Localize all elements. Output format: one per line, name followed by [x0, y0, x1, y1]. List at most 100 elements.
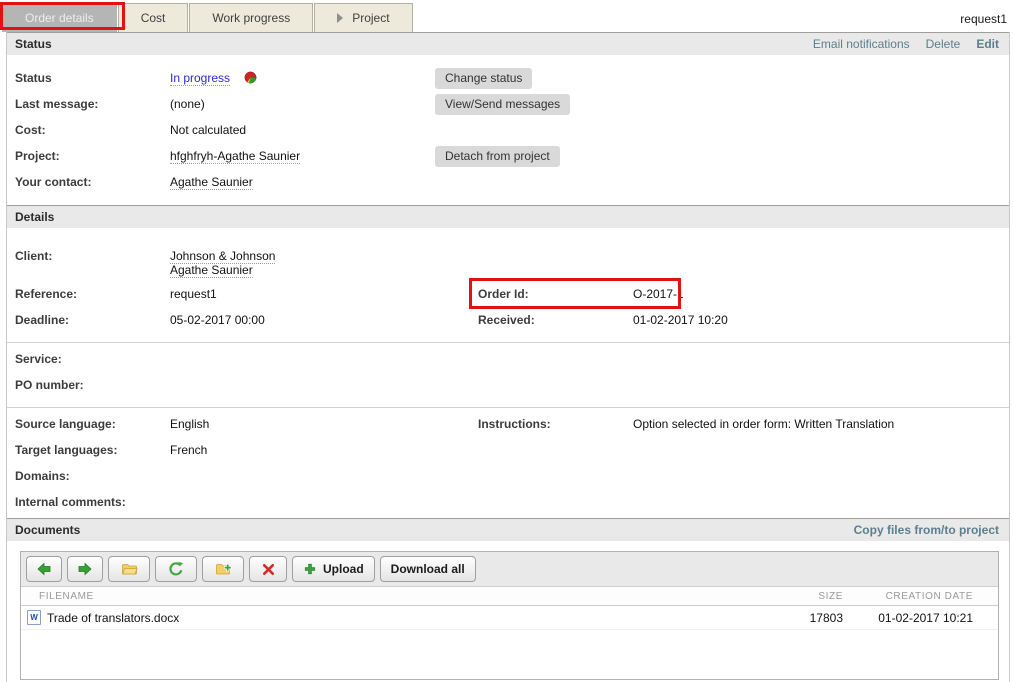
tab-work-progress[interactable]: Work progress [189, 3, 313, 32]
documents-table-header: FILENAME SIZE CREATION DATE [21, 587, 998, 606]
upload-button[interactable]: Upload [292, 556, 375, 582]
documents-file-panel: Upload Download all FILENAME SIZE CREATI… [20, 551, 999, 680]
tab-bar: Order details Cost Work progress Project… [0, 0, 1013, 32]
content-area: Status Email notifications Delete Edit S… [6, 32, 1010, 682]
view-send-messages-button[interactable]: View/Send messages [435, 94, 570, 115]
target-languages-row: Target languages: French [7, 440, 1009, 466]
refresh-icon [168, 561, 184, 577]
status-rows: Status In progress Change status Last me… [7, 55, 1009, 205]
filename-column-header: FILENAME [21, 591, 763, 602]
details-section-header: Details [7, 205, 1009, 228]
service-label: Service: [15, 352, 62, 366]
last-message-label: Last message: [15, 97, 98, 111]
your-contact-label: Your contact: [15, 175, 91, 189]
table-row[interactable]: W Trade of translators.docx 17803 01-02-… [21, 606, 998, 630]
documents-table: FILENAME SIZE CREATION DATE W Trade of t… [21, 587, 998, 630]
change-status-button[interactable]: Change status [435, 68, 532, 89]
back-arrow-icon [36, 561, 52, 577]
new-folder-button[interactable] [202, 556, 244, 582]
cost-value: Not calculated [170, 123, 246, 137]
edit-link[interactable]: Edit [976, 37, 999, 51]
word-document-icon: W [27, 610, 41, 625]
cost-label: Cost: [15, 123, 46, 137]
service-row: Service: [7, 349, 1009, 375]
download-all-button[interactable]: Download all [380, 556, 476, 582]
status-section-actions: Email notifications Delete Edit [813, 37, 999, 51]
divider [7, 407, 1009, 408]
pie-chart-status-icon [244, 71, 257, 87]
deadline-label: Deadline: [15, 313, 69, 327]
po-number-row: PO number: [7, 375, 1009, 401]
your-contact-value-link[interactable]: Agathe Saunier [170, 175, 253, 190]
instructions-label: Instructions: [478, 417, 551, 431]
deadline-received-row: Deadline: 05-02-2017 00:00 Received: 01-… [7, 310, 1009, 336]
instructions-value: Option selected in order form: Written T… [633, 417, 894, 431]
back-arrow-button[interactable] [26, 556, 62, 582]
refresh-button[interactable] [155, 556, 197, 582]
download-all-button-label: Download all [391, 562, 465, 576]
target-languages-value: French [170, 443, 207, 457]
tab-order-details-label: Order details [25, 11, 94, 25]
file-size: 17803 [763, 611, 843, 625]
open-folder-icon [121, 561, 138, 577]
source-language-instructions-row: Source language: English Instructions: O… [7, 414, 1009, 440]
status-label: Status [15, 71, 52, 85]
project-value-link[interactable]: hfghfryh-Agathe Saunier [170, 149, 300, 164]
forward-arrow-button[interactable] [67, 556, 103, 582]
tab-project[interactable]: Project [314, 3, 412, 32]
last-message-value: (none) [170, 97, 205, 111]
internal-comments-row: Internal comments: [7, 492, 1009, 518]
client-company-link[interactable]: Johnson & Johnson [170, 249, 275, 264]
reference-orderid-row: Reference: request1 Order Id: O-2017-1 [7, 284, 1009, 310]
email-notifications-link[interactable]: Email notifications [813, 37, 910, 51]
order-id-label: Order Id: [478, 287, 529, 301]
triangle-right-icon [337, 13, 343, 23]
open-folder-button[interactable] [108, 556, 150, 582]
po-number-label: PO number: [15, 378, 84, 392]
copy-files-link[interactable]: Copy files from/to project [854, 523, 999, 537]
your-contact-row: Your contact: Agathe Saunier [7, 172, 1009, 198]
tab-work-progress-label: Work progress [212, 11, 290, 25]
status-section-header: Status Email notifications Delete Edit [7, 32, 1009, 55]
creation-date-column-header: CREATION DATE [843, 591, 998, 602]
detach-from-project-button[interactable]: Detach from project [435, 146, 560, 167]
upload-button-label: Upload [323, 562, 364, 576]
new-folder-icon [215, 561, 232, 577]
status-value-link[interactable]: In progress [170, 71, 230, 86]
domains-row: Domains: [7, 466, 1009, 492]
source-language-label: Source language: [15, 417, 116, 431]
cost-row: Cost: Not calculated [7, 120, 1009, 146]
divider [7, 342, 1009, 343]
forward-arrow-icon [77, 561, 93, 577]
file-name: Trade of translators.docx [47, 611, 179, 625]
client-row: Client: Johnson & Johnson Agathe Saunier [7, 246, 1009, 276]
order-reference-text: request1 [960, 12, 1007, 26]
project-row: Project: hfghfryh-Agathe Saunier Detach … [7, 146, 1009, 172]
file-creation-date: 01-02-2017 10:21 [843, 611, 998, 625]
source-language-value: English [170, 417, 209, 431]
delete-link[interactable]: Delete [926, 37, 961, 51]
tab-order-details[interactable]: Order details [2, 3, 117, 32]
domains-label: Domains: [15, 469, 70, 483]
internal-comments-label: Internal comments: [15, 495, 126, 509]
reference-label: Reference: [15, 287, 77, 301]
reference-value: request1 [170, 287, 217, 301]
order-id-value: O-2017-1 [633, 287, 684, 301]
documents-toolbar: Upload Download all [21, 552, 998, 587]
status-row: Status In progress Change status [7, 68, 1009, 94]
details-rows: Client: Johnson & Johnson Agathe Saunier… [7, 228, 1009, 518]
client-contact-link[interactable]: Agathe Saunier [170, 263, 253, 278]
tab-cost[interactable]: Cost [118, 3, 189, 32]
deadline-value: 05-02-2017 00:00 [170, 313, 265, 327]
details-section-title: Details [15, 210, 54, 224]
project-label: Project: [15, 149, 60, 163]
delete-file-button[interactable] [249, 556, 287, 582]
plus-icon [303, 562, 317, 576]
target-languages-label: Target languages: [15, 443, 117, 457]
delete-x-icon [261, 562, 276, 577]
received-label: Received: [478, 313, 535, 327]
size-column-header: SIZE [763, 591, 843, 602]
client-label: Client: [15, 249, 52, 263]
documents-section-header: Documents Copy files from/to project [7, 518, 1009, 541]
documents-section-title: Documents [15, 523, 80, 537]
